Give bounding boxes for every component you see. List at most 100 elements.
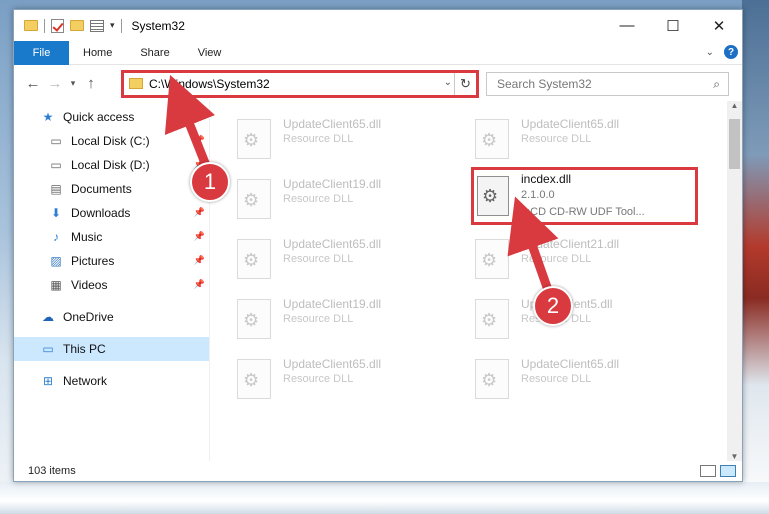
properties-check-icon[interactable]	[51, 18, 64, 33]
address-highlight-box	[121, 70, 479, 98]
chevron-down-icon[interactable]: ⌄	[706, 47, 714, 58]
nav-label: Music	[71, 230, 103, 244]
tiles-view-icon[interactable]	[720, 465, 736, 477]
file-description: Resource DLL	[283, 253, 354, 265]
file-name: UpdateClient19.dll	[283, 297, 382, 311]
nav-label: Quick access	[63, 110, 135, 124]
file-name: incdex.dll	[521, 172, 572, 186]
file-name: UpdateClient65.dll	[521, 357, 620, 371]
nav-label: Pictures	[71, 254, 115, 268]
callout-step-1: 1	[190, 162, 230, 202]
scroll-up-icon[interactable]: ▲	[727, 101, 742, 116]
nav-item-local-disk-c[interactable]: ▭ Local Disk (C:) 📌	[14, 129, 209, 153]
tab-share[interactable]: Share	[126, 41, 183, 65]
nav-label: Local Disk (D:)	[71, 158, 150, 172]
pin-icon[interactable]: 📌	[194, 255, 205, 266]
nav-item-onedrive[interactable]: ☁ OneDrive	[14, 305, 209, 329]
file-explorer-window: ▾ System32 — ☐ ✕ File Home Share View ⌄ …	[13, 9, 743, 482]
dll-file-icon	[237, 179, 271, 219]
tab-view[interactable]: View	[184, 41, 236, 65]
file-description: Resource DLL	[283, 373, 354, 385]
file-name: UpdateClient65.dll	[283, 237, 382, 251]
pin-icon[interactable]: 📌	[194, 135, 205, 146]
file-description: InCD CD-RW UDF Tool...	[521, 206, 645, 218]
file-item[interactable]: UpdateClient19.dll Resource DLL	[211, 171, 431, 221]
nav-item-downloads[interactable]: ⬇ Downloads 📌	[14, 201, 209, 225]
close-button[interactable]: ✕	[696, 10, 742, 41]
new-folder-icon[interactable]	[70, 20, 84, 31]
nav-label: Documents	[71, 182, 132, 196]
pin-icon[interactable]: 📌	[194, 207, 205, 218]
file-item[interactable]: UpdateClient65.dll Resource DLL	[211, 351, 431, 401]
file-item[interactable]: UpdateClient65.dll Resource DLL	[211, 231, 431, 281]
item-count: 103 items	[28, 465, 76, 477]
file-name: UpdateClient65.dll	[283, 117, 382, 131]
details-view-icon[interactable]	[700, 465, 716, 477]
file-description: Resource DLL	[521, 133, 592, 145]
tab-home[interactable]: Home	[69, 41, 126, 65]
pin-icon[interactable]: 📌	[194, 279, 205, 290]
nav-item-documents[interactable]: ▤ Documents 📌	[14, 177, 209, 201]
customize-toolbar-icon[interactable]: ▾	[110, 20, 115, 31]
recent-locations-icon[interactable]: ▾	[66, 78, 80, 89]
file-item[interactable]: UpdateClient19.dll Resource DLL	[211, 291, 431, 341]
scroll-down-icon[interactable]: ▼	[727, 452, 742, 461]
forward-arrow-icon[interactable]: →	[44, 75, 66, 92]
star-icon: ★	[42, 110, 54, 124]
nav-item-music[interactable]: ♪ Music 📌	[14, 225, 209, 249]
minimize-button[interactable]: —	[604, 10, 650, 41]
file-description: Resource DLL	[521, 253, 592, 265]
file-item[interactable]: UpdateClient65.dll Resource DLL	[211, 111, 431, 161]
help-icon[interactable]: ?	[724, 45, 738, 59]
dll-file-icon	[475, 239, 509, 279]
scroll-thumb[interactable]	[729, 119, 740, 169]
up-arrow-icon[interactable]: ↑	[80, 75, 102, 92]
file-item[interactable]: UpdateClient65.dll Resource DLL	[449, 111, 669, 161]
search-icon[interactable]: ⌕	[713, 77, 720, 92]
window-title: System32	[131, 18, 185, 33]
divider	[120, 18, 122, 33]
tab-file[interactable]: File	[14, 40, 69, 65]
pin-icon[interactable]: 📌	[194, 231, 205, 242]
nav-item-pictures[interactable]: ▨ Pictures 📌	[14, 249, 209, 273]
status-bar: 103 items	[14, 461, 742, 481]
network-icon: ⊞	[42, 374, 54, 388]
nav-label: OneDrive	[63, 310, 114, 324]
nav-label: Local Disk (C:)	[71, 134, 150, 148]
back-arrow-icon[interactable]: ←	[22, 75, 44, 92]
maximize-button[interactable]: ☐	[650, 10, 696, 41]
dll-file-icon	[475, 299, 509, 339]
search-input[interactable]: Search System32 ⌕	[486, 72, 729, 96]
incdex-dll-file-item[interactable]: incdex.dll 2.1.0.0 InCD CD-RW UDF Tool..…	[471, 167, 698, 225]
file-name: UpdateClient65.dll	[521, 117, 620, 131]
dll-file-icon	[237, 239, 271, 279]
desktop-background-right	[742, 0, 769, 514]
music-icon: ♪	[53, 230, 59, 244]
file-name: UpdateClient19.dll	[283, 177, 382, 191]
vertical-scrollbar[interactable]: ▲ ▼	[727, 101, 742, 461]
address-row: ← → ▾ ↑ C:\Windows\System32 ⌄ ↻ Search S…	[14, 65, 742, 101]
desktop-background-bottom	[0, 482, 769, 514]
pictures-icon: ▨	[50, 254, 62, 268]
computer-icon: ▭	[42, 342, 54, 356]
dll-file-icon	[477, 176, 509, 216]
ribbon-tabs: File Home Share View ⌄ ?	[14, 40, 742, 65]
nav-label: Downloads	[71, 206, 131, 220]
file-description: Resource DLL	[283, 133, 354, 145]
dll-file-icon	[237, 359, 271, 399]
title-bar: ▾ System32 — ☐ ✕	[14, 10, 742, 41]
quick-access-toolbar: ▾	[24, 18, 122, 33]
callout-step-2: 2	[533, 286, 573, 326]
rename-icon[interactable]	[90, 19, 104, 32]
nav-item-network[interactable]: ⊞ Network	[14, 369, 209, 393]
file-item[interactable]: UpdateClient21.dll Resource DLL	[449, 231, 669, 281]
nav-item-quick-access[interactable]: ★ Quick access	[14, 105, 209, 129]
nav-item-local-disk-d[interactable]: ▭ Local Disk (D:) 📌	[14, 153, 209, 177]
file-item[interactable]: UpdateClient65.dll Resource DLL	[449, 351, 669, 401]
file-description: Resource DLL	[283, 313, 354, 325]
nav-item-videos[interactable]: ▦ Videos 📌	[14, 273, 209, 297]
file-name: UpdateClient21.dll	[521, 237, 620, 251]
dll-file-icon	[475, 359, 509, 399]
nav-item-this-pc[interactable]: ▭ This PC	[14, 337, 209, 361]
navigation-pane: ★ Quick access ▭ Local Disk (C:) 📌 ▭ Loc…	[14, 101, 210, 461]
